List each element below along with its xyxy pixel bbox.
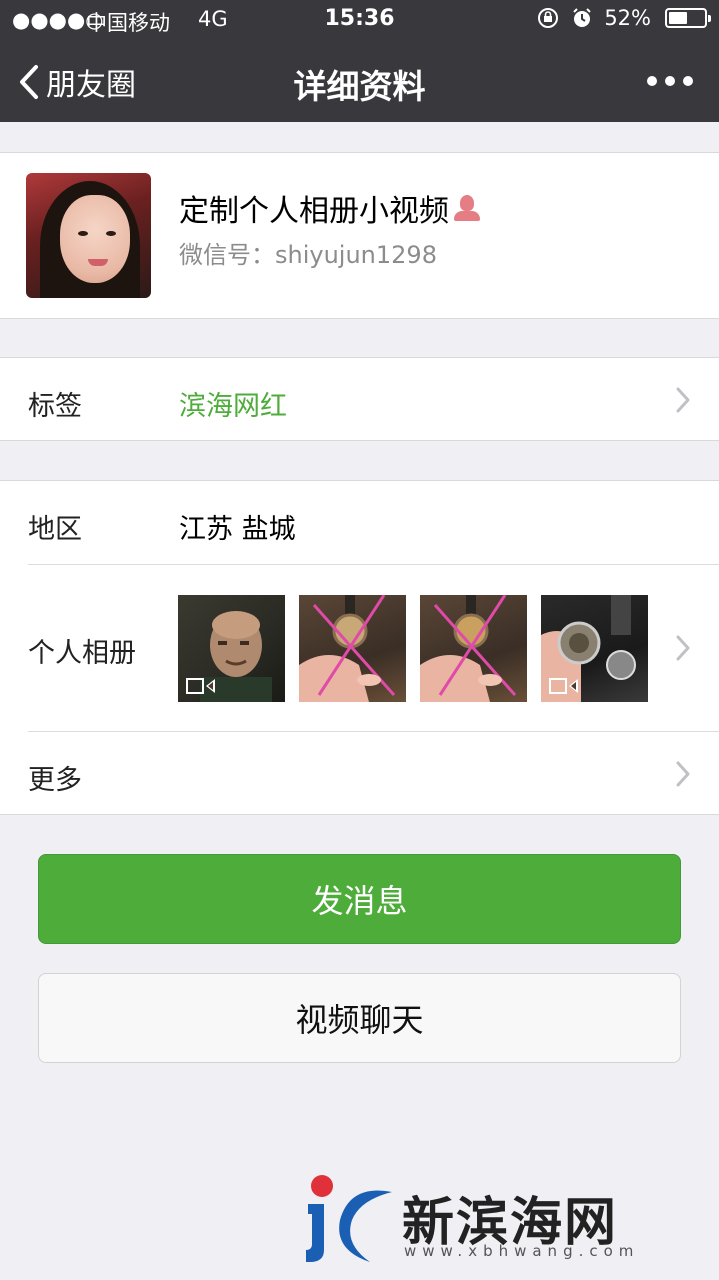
back-button[interactable]: 朋友圈 [18, 60, 136, 104]
chevron-left-icon [20, 65, 38, 99]
alarm-icon [570, 6, 594, 30]
dot-icon [665, 76, 675, 86]
region-value: 江苏 盐城 [179, 514, 296, 545]
avatar[interactable] [26, 173, 151, 298]
battery-icon [665, 8, 711, 28]
tag-label: 标签 [28, 391, 82, 422]
album-thumbnail[interactable] [178, 595, 285, 702]
nav-bar: 朋友圈 详细资料 [0, 40, 719, 122]
info-card: 地区 江苏 盐城 个人相册 更多 [0, 480, 719, 815]
album-thumbnail[interactable] [420, 595, 527, 702]
profile-name-line: 定制个人相册小视频 [179, 186, 481, 230]
watermark-url: www.xbhwang.com [404, 1242, 640, 1260]
album-thumbnail[interactable] [541, 595, 648, 702]
dot-icon [683, 76, 693, 86]
chevron-right-icon [676, 761, 690, 787]
female-icon [453, 194, 481, 222]
xbhwang-logo-icon [306, 1175, 392, 1262]
more-row[interactable]: 更多 [0, 732, 719, 816]
rotation-lock-icon [536, 6, 560, 30]
watermark: 新滨海网 www.xbhwang.com [300, 1170, 710, 1270]
dot-icon [647, 76, 657, 86]
back-label: 朋友圈 [46, 68, 136, 103]
profile-name: 定制个人相册小视频 [179, 194, 449, 229]
battery-percent: 52% [604, 6, 651, 30]
wechat-id: 微信号：shiyujun1298 [179, 241, 437, 269]
send-message-button[interactable]: 发消息 [38, 854, 681, 944]
status-right: 52% [536, 6, 711, 30]
album-label: 个人相册 [28, 638, 136, 669]
region-label: 地区 [28, 514, 82, 545]
battery-fill [669, 12, 687, 24]
video-chat-button[interactable]: 视频聊天 [38, 973, 681, 1063]
tag-row[interactable]: 标签 滨海网红 [0, 357, 719, 441]
tag-value: 滨海网红 [179, 391, 287, 422]
chevron-right-icon [676, 635, 690, 661]
video-icon [549, 678, 578, 694]
more-label: 更多 [28, 765, 82, 796]
album-thumbnail[interactable] [299, 595, 406, 702]
video-icon [186, 678, 215, 694]
top-bar: ●●●●○ 中国移动 4G 15:36 52% 朋友圈 详细资料 [0, 0, 719, 122]
more-options-button[interactable] [647, 76, 693, 86]
chevron-right-icon [676, 387, 690, 413]
status-bar: ●●●●○ 中国移动 4G 15:36 52% [0, 0, 719, 40]
